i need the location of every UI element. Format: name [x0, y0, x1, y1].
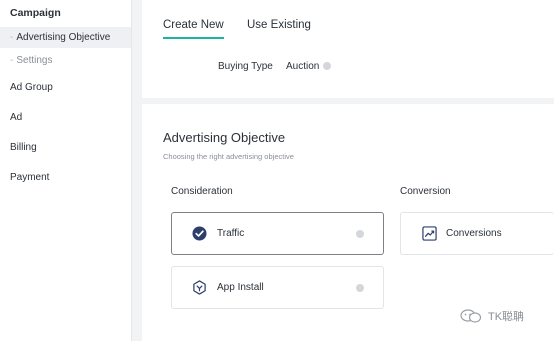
advertising-objective-panel: Advertising Objective Choosing the right…: [142, 104, 554, 341]
sidebar: Campaign - Advertising Objective - Setting…: [0, 0, 132, 341]
objective-card-app-install[interactable]: App Install: [171, 266, 384, 309]
sidebar-item-billing[interactable]: Billing: [10, 142, 37, 153]
campaign-setup-panel: Create New Use Existing Buying Type Auct…: [142, 0, 554, 98]
sidebar-item-label: Settings: [16, 55, 53, 66]
dash-icon: -: [10, 55, 14, 66]
check-circle-icon: [192, 226, 207, 241]
trend-chart-icon: [422, 226, 437, 241]
sidebar-item-ad-group[interactable]: Ad Group: [10, 82, 53, 93]
objective-label-traffic: Traffic: [217, 228, 245, 239]
sidebar-item-settings[interactable]: - Settings: [0, 50, 131, 71]
objective-card-conversions[interactable]: Conversions: [400, 212, 554, 255]
objective-card-traffic[interactable]: Traffic: [171, 212, 384, 255]
objective-label-app-install: App Install: [217, 282, 264, 293]
section-subtitle: Choosing the right advertising objective: [163, 152, 294, 161]
buying-type-value-text: Auction: [286, 61, 320, 72]
watermark-text: TK聪聃: [488, 311, 525, 323]
wechat-icon: [460, 309, 482, 323]
info-icon[interactable]: [356, 284, 364, 292]
sidebar-item-ad[interactable]: Ad: [10, 112, 22, 123]
dash-icon: -: [10, 32, 14, 43]
tab-use-existing[interactable]: Use Existing: [247, 19, 311, 37]
tab-create-new[interactable]: Create New: [163, 19, 224, 39]
watermark: TK聪聃: [460, 308, 524, 324]
info-icon[interactable]: [356, 230, 364, 238]
sidebar-item-advertising-objective[interactable]: - Advertising Objective: [0, 27, 131, 48]
section-title: Advertising Objective: [163, 130, 286, 145]
consideration-label: Consideration: [171, 186, 233, 197]
buying-type-value: Auction: [286, 61, 332, 72]
hexagon-arrow-icon: [193, 280, 206, 295]
objective-label-conversions: Conversions: [446, 228, 502, 239]
buying-type-label: Buying Type: [218, 61, 273, 72]
conversion-label: Conversion: [400, 186, 451, 197]
info-icon[interactable]: [323, 62, 332, 70]
sidebar-item-payment[interactable]: Payment: [10, 172, 49, 183]
sidebar-group-campaign[interactable]: Campaign: [10, 7, 61, 19]
sidebar-item-label: Advertising Objective: [16, 32, 111, 43]
